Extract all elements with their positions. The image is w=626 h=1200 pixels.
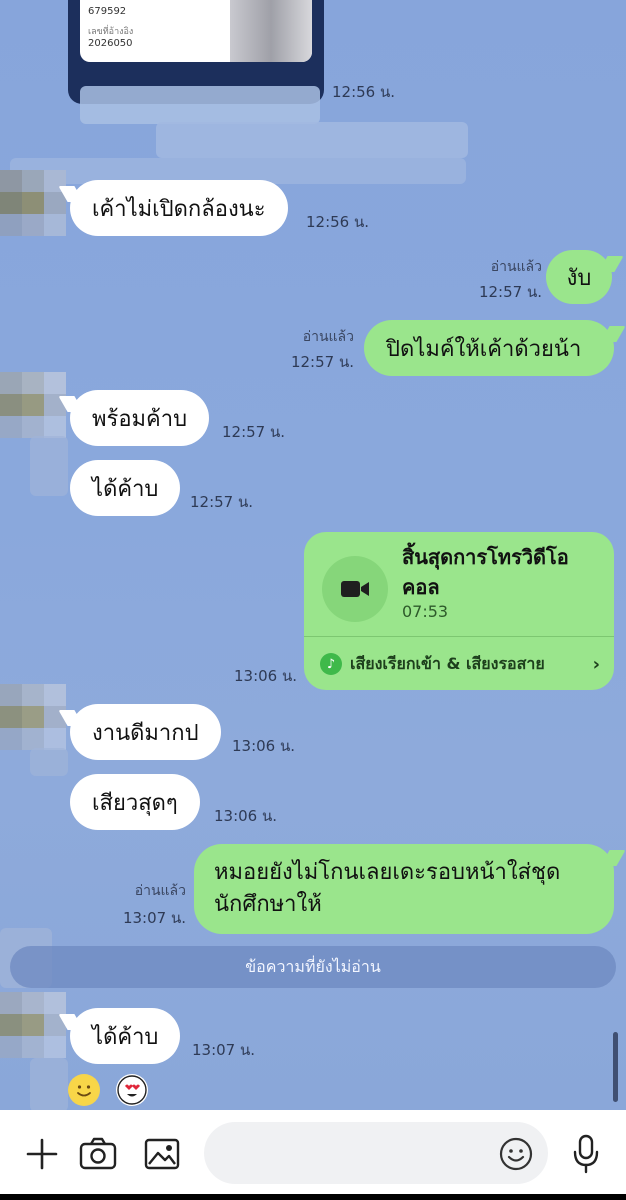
call-title-line: สิ้นสุดการโทรวิดีโอ (402, 545, 569, 569)
redacted-area (30, 748, 68, 776)
incoming-message[interactable]: ได้ค้าบ (70, 1008, 181, 1064)
message-text-line: นักศึกษาให้ (214, 892, 322, 917)
message-text: เสียวสุดๆ (92, 790, 178, 816)
avatar[interactable] (0, 992, 66, 1058)
video-call-message[interactable]: สิ้นสุดการโทรวิดีโอ คอล 07:53 ♪ เสียงเรี… (304, 532, 614, 690)
incoming-message[interactable]: เสียวสุดๆ (70, 774, 200, 830)
emoji-icon[interactable] (498, 1136, 534, 1172)
read-receipt: อ่านแล้ว (490, 259, 542, 275)
read-receipt: อ่านแล้ว (302, 329, 354, 345)
timestamp: 12:56 น. (332, 83, 396, 101)
timestamp: 13:07 น. (122, 909, 186, 927)
redacted-area (80, 86, 320, 124)
unread-divider-label: ข้อความที่ยังไม่อ่าน (245, 956, 381, 976)
message-text-line: หมอยยังไม่โกนเลยเดะรอบหน้าใส่ชุด (214, 860, 561, 885)
message-input-bar (0, 1110, 626, 1200)
message-text: งานดีมากป (92, 720, 199, 746)
video-camera-icon (322, 556, 388, 622)
timestamp: 13:06 น. (232, 737, 296, 755)
outgoing-message[interactable]: หมอยยังไม่โกนเลยเดะรอบหน้าใส่ชุด นักศึกษ… (194, 844, 614, 934)
receipt-text-3: 2026050 (88, 38, 133, 49)
timestamp: 12:57 น. (190, 493, 254, 511)
call-duration: 07:53 (402, 602, 449, 621)
message-text: เค้าไม่เปิดกล้องนะ (92, 196, 266, 222)
smile-emoji-reaction[interactable] (68, 1074, 100, 1106)
message-text: ปิดไมค์ให้เค้าด้วยน้า (386, 336, 582, 362)
chat-area[interactable]: 679592 เลขที่อ้างอิง 2026050 12:56 น. เค… (0, 0, 626, 1110)
divider (304, 636, 614, 637)
timestamp: 13:06 น. (214, 807, 278, 825)
chevron-right-icon: › (592, 653, 600, 675)
timestamp: 12:57 น. (222, 423, 286, 441)
message-text: งับ (566, 265, 592, 291)
redacted-area (30, 436, 68, 496)
message-text: พร้อมค้าบ (92, 406, 188, 432)
receipt-redaction (230, 0, 312, 62)
message-text: ได้ค้าบ (92, 1024, 159, 1050)
timestamp: 12:57 น. (290, 353, 354, 371)
call-title: สิ้นสุดการโทรวิดีโอ คอล (402, 542, 602, 602)
call-title-line: คอล (402, 575, 440, 599)
read-receipt: อ่านแล้ว (134, 883, 186, 899)
avatar[interactable] (0, 170, 66, 236)
image-icon[interactable] (140, 1132, 184, 1176)
microphone-icon[interactable] (564, 1132, 608, 1176)
redacted-area (30, 1058, 68, 1110)
heart-eyes-emoji-reaction[interactable] (116, 1074, 148, 1106)
incoming-message[interactable]: เค้าไม่เปิดกล้องนะ (70, 180, 288, 236)
music-note-icon: ♪ (320, 653, 342, 675)
plus-icon[interactable] (20, 1132, 64, 1176)
avatar[interactable] (0, 372, 66, 438)
timestamp: 12:56 น. (306, 213, 370, 231)
incoming-message[interactable]: งานดีมากป (70, 704, 221, 760)
timestamp: 13:07 น. (192, 1041, 256, 1059)
message-text: ได้ค้าบ (92, 476, 159, 502)
incoming-message[interactable]: พร้อมค้าบ (70, 390, 210, 446)
ringtone-label: เสียงเรียกเข้า & เสียงรอสาย (350, 653, 545, 673)
unread-divider: ข้อความที่ยังไม่อ่าน (10, 946, 616, 988)
incoming-message[interactable]: ได้ค้าบ (70, 460, 181, 516)
timestamp: 12:57 น. (478, 283, 542, 301)
receipt-image: 679592 เลขที่อ้างอิง 2026050 (80, 0, 312, 62)
redacted-area (156, 122, 468, 158)
message-input[interactable] (204, 1122, 548, 1184)
avatar[interactable] (0, 684, 66, 750)
outgoing-message[interactable]: งับ (546, 250, 612, 304)
camera-icon[interactable] (76, 1132, 120, 1176)
outgoing-message[interactable]: ปิดไมค์ให้เค้าด้วยน้า (364, 320, 614, 376)
timestamp: 13:06 น. (234, 667, 298, 685)
scrollbar[interactable] (613, 1032, 618, 1102)
receipt-text-2: เลขที่อ้างอิง (88, 27, 134, 37)
system-nav-strip (0, 1194, 626, 1200)
receipt-text-1: 679592 (88, 6, 127, 17)
ringtone-link[interactable]: ♪ เสียงเรียกเข้า & เสียงรอสาย › (320, 650, 600, 678)
